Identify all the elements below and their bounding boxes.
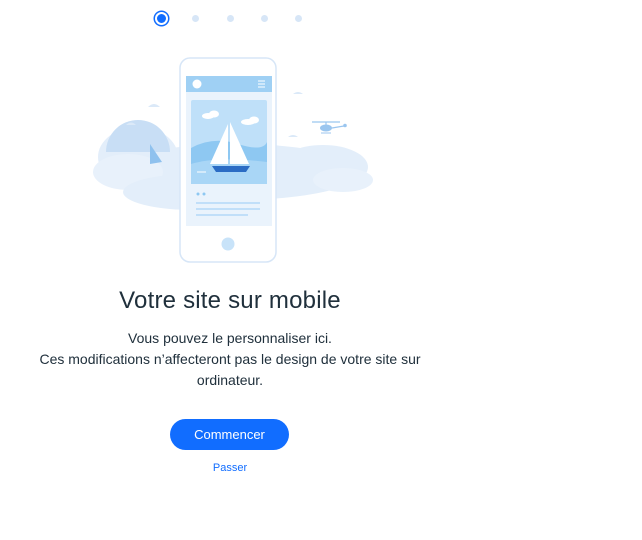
skip-link[interactable]: Passer [180, 462, 280, 474]
step-dot-4[interactable] [261, 15, 268, 22]
mobile-onboarding-panel: Votre site sur mobile Vous pouvez le per… [0, 0, 642, 540]
description-line-3: ordinateur. [196, 372, 264, 388]
description-line-2: Ces modifications n’affecteront pas le d… [39, 351, 421, 367]
helicopter-icon [312, 121, 347, 134]
step-dot-3[interactable] [227, 15, 234, 22]
step-dot-2[interactable] [192, 15, 199, 22]
onboarding-title: Votre site sur mobile [119, 287, 341, 314]
start-button[interactable]: Commencer [170, 419, 289, 450]
phone-device [179, 57, 277, 263]
step-dot-1[interactable] [155, 12, 168, 25]
description-line-1: Vous pouvez le personnaliser ici. [128, 330, 332, 346]
mobile-phone-illustration [93, 57, 373, 263]
pagination-dots [150, 12, 310, 28]
step-dot-5[interactable] [295, 15, 302, 22]
onboarding-description: Vous pouvez le personnaliser ici. Ces mo… [0, 328, 460, 391]
